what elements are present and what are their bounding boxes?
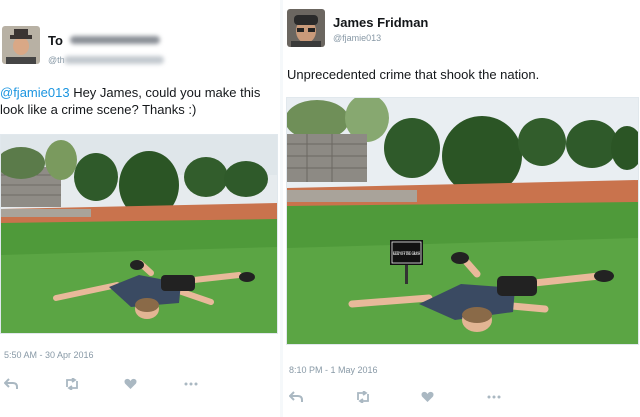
mention-link[interactable]: @fjamie013 (0, 85, 70, 100)
retweet-icon[interactable] (355, 391, 421, 403)
avatar[interactable] (2, 26, 40, 64)
like-icon[interactable] (421, 391, 487, 403)
more-icon[interactable] (184, 378, 244, 390)
author-handle[interactable]: @th (48, 55, 65, 65)
author-name[interactable]: To (48, 33, 63, 48)
redacted-name (70, 36, 160, 44)
right-tweet: James Fridman @fjamie013 Unprecedented c… (283, 0, 640, 417)
left-tweet: To @th @fjamie013 Hey James, could you m… (0, 0, 280, 417)
more-icon[interactable] (487, 391, 553, 403)
avatar[interactable] (287, 9, 325, 47)
reply-icon[interactable] (289, 391, 355, 403)
sign-text: KEEP OFF THE GRASS (393, 252, 420, 257)
reply-icon[interactable] (4, 378, 64, 390)
tweet-text: @fjamie013 Hey James, could you make thi… (0, 84, 280, 118)
tweet-photo[interactable] (0, 134, 278, 334)
like-icon[interactable] (124, 378, 184, 390)
tweet-photo[interactable]: KEEP OFF THE GRASS (286, 97, 639, 345)
tweet-timestamp[interactable]: 5:50 AM - 30 Apr 2016 (4, 350, 94, 360)
author-name[interactable]: James Fridman (333, 15, 428, 30)
author-handle[interactable]: @fjamie013 (333, 33, 381, 43)
retweet-icon[interactable] (64, 378, 124, 390)
redacted-handle (64, 56, 164, 64)
tweet-timestamp[interactable]: 8:10 PM - 1 May 2016 (289, 365, 378, 375)
tweet-text: Unprecedented crime that shook the natio… (287, 67, 540, 82)
tweet-actions (4, 378, 244, 390)
tweet-actions (289, 391, 553, 403)
